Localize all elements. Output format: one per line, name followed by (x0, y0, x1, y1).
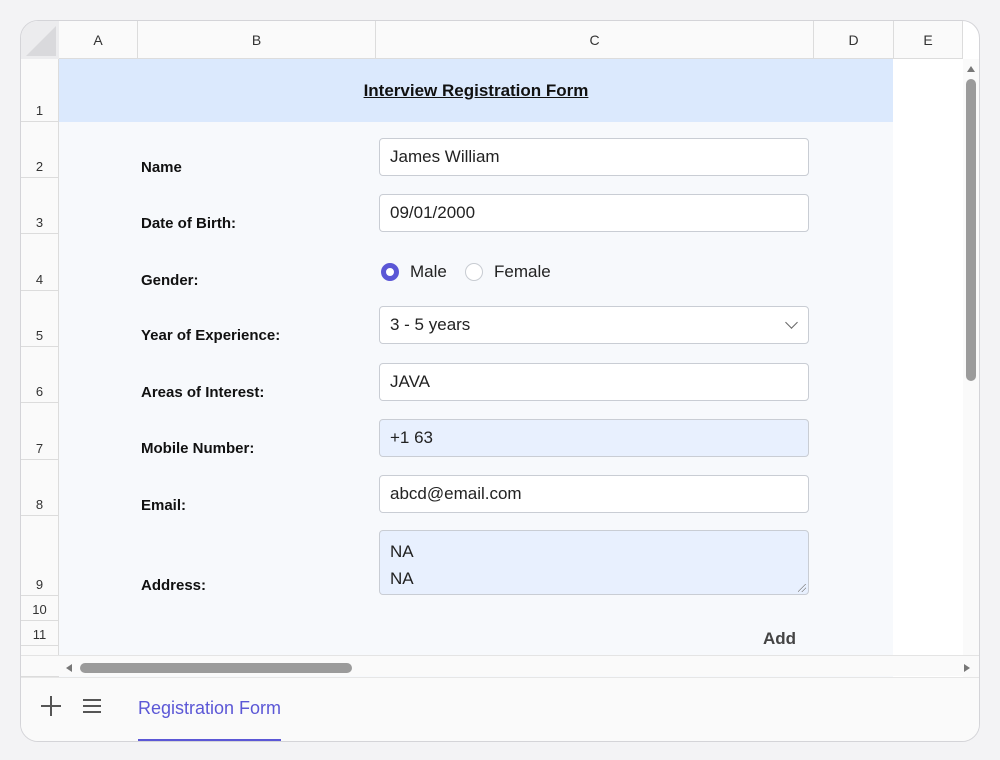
row-header-6[interactable]: 6 (21, 347, 59, 403)
sheet-tab-bar: Registration Form (21, 677, 979, 741)
select-all-corner[interactable] (21, 21, 60, 60)
resize-grip-icon[interactable] (798, 584, 806, 592)
row-header-4[interactable]: 4 (21, 234, 59, 291)
scroll-up-icon[interactable] (967, 66, 975, 72)
name-label: Name (141, 159, 182, 176)
gender-radio-female[interactable]: Female (465, 262, 551, 282)
scroll-left-icon[interactable] (66, 664, 72, 672)
chevron-down-icon[interactable] (785, 316, 798, 329)
row-header-11[interactable]: 11 (21, 621, 59, 646)
form-title-cell: Interview Registration Form (59, 59, 893, 122)
scroll-right-icon[interactable] (964, 664, 970, 672)
email-field[interactable]: abcd@email.com (379, 475, 809, 513)
sheet-grid: A B C D E 1 2 3 4 5 6 7 8 9 10 11 Interv… (21, 21, 979, 677)
row-header-5[interactable]: 5 (21, 291, 59, 347)
column-header-b[interactable]: B (138, 21, 376, 59)
radio-selected-icon[interactable] (381, 263, 399, 281)
vertical-scroll-thumb[interactable] (966, 79, 976, 381)
experience-label: Year of Experience: (141, 327, 281, 344)
tab-registration-form[interactable]: Registration Form (138, 678, 282, 741)
row-header-10[interactable]: 10 (21, 596, 59, 621)
gender-option-female-label: Female (494, 262, 551, 281)
radio-unselected-icon[interactable] (465, 263, 483, 281)
vertical-scrollbar[interactable] (963, 59, 979, 677)
horizontal-scrollbar[interactable] (21, 655, 979, 676)
column-header-d[interactable]: D (814, 21, 894, 59)
dob-label: Date of Birth: (141, 215, 236, 232)
column-header-c[interactable]: C (376, 21, 814, 59)
dob-field[interactable]: 09/01/2000 (379, 194, 809, 232)
sheet-list-menu-icon[interactable] (83, 699, 101, 713)
mobile-label: Mobile Number: (141, 440, 255, 457)
horizontal-scroll-thumb[interactable] (80, 663, 352, 673)
address-field[interactable]: NA NA (379, 530, 809, 595)
interest-label: Areas of Interest: (141, 384, 265, 401)
row-header-9[interactable]: 9 (21, 516, 59, 596)
gender-option-male-label: Male (410, 262, 447, 281)
row-header-8[interactable]: 8 (21, 460, 59, 516)
form-title: Interview Registration Form (363, 80, 589, 100)
address-line-1: NA (390, 542, 414, 561)
experience-dropdown[interactable]: 3 - 5 years (379, 306, 809, 344)
column-header-a[interactable]: A (59, 21, 138, 59)
spreadsheet-window: A B C D E 1 2 3 4 5 6 7 8 9 10 11 Interv… (20, 20, 980, 742)
mobile-field[interactable]: +1 63 (379, 419, 809, 457)
address-line-2: NA (390, 569, 414, 588)
row-header-7[interactable]: 7 (21, 403, 59, 460)
row-header-2[interactable]: 2 (21, 122, 59, 178)
row-header-3[interactable]: 3 (21, 178, 59, 234)
address-label: Address: (141, 577, 207, 594)
column-header-e[interactable]: E (894, 21, 963, 59)
interest-field[interactable]: JAVA (379, 363, 809, 401)
email-label: Email: (141, 497, 187, 514)
add-sheet-icon[interactable] (41, 696, 61, 716)
gender-radio-male[interactable]: Male (381, 262, 447, 282)
add-button[interactable]: Add (763, 629, 796, 649)
row-header-1[interactable]: 1 (21, 59, 59, 122)
name-field[interactable]: James William (379, 138, 809, 176)
gender-label: Gender: (141, 272, 199, 289)
experience-value: 3 - 5 years (390, 315, 471, 334)
